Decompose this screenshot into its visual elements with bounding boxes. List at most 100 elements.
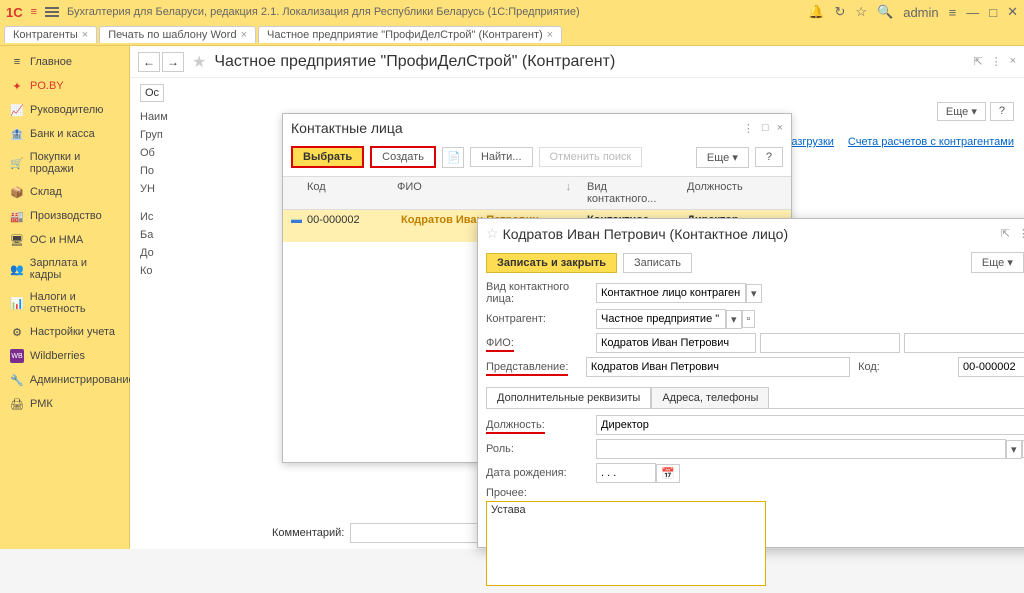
star-icon[interactable]: ☆ — [855, 4, 867, 20]
favorite-star-icon[interactable]: ★ — [192, 52, 206, 72]
pos-input[interactable] — [596, 415, 1024, 435]
counterparty-input[interactable] — [596, 309, 726, 329]
more-icon[interactable]: ⋮ — [991, 55, 1002, 68]
save-close-button[interactable]: Записать и закрыть — [486, 253, 617, 273]
link-accounts[interactable]: Счета расчетов с контрагентами — [848, 136, 1014, 148]
fio-input-3[interactable] — [904, 333, 1024, 353]
calendar-icon[interactable]: 📅 — [656, 464, 680, 483]
open-icon[interactable]: ▫ — [742, 310, 756, 328]
sidebar-item-settings[interactable]: ⚙Настройки учета — [0, 320, 129, 344]
tab-close-icon[interactable]: × — [547, 29, 553, 41]
pos-label: Должность: — [486, 419, 596, 431]
sidebar-item-wb[interactable]: WBWildberries — [0, 344, 129, 368]
star-icon: ✦ — [10, 79, 24, 93]
favorite-star-icon[interactable]: ☆ — [486, 225, 499, 242]
code-input[interactable] — [958, 357, 1024, 377]
find-button[interactable]: Найти... — [470, 147, 533, 167]
link-icon[interactable]: ⇱ — [973, 55, 982, 68]
help-button[interactable]: ? — [990, 102, 1014, 121]
col-pos[interactable]: Должность — [679, 181, 769, 205]
close-icon[interactable]: ✕ — [1007, 4, 1018, 20]
tab-addresses[interactable]: Адреса, телефоны — [651, 387, 769, 408]
dialog-max-icon[interactable]: □ — [762, 122, 769, 135]
save-button[interactable]: Записать — [623, 253, 692, 273]
col-kind[interactable]: Вид контактного... — [579, 181, 679, 205]
sidebar-item-warehouse[interactable]: 📦Склад — [0, 180, 129, 204]
cell-code: 00-000002 — [299, 214, 389, 238]
col-fio[interactable]: ФИО ↓ — [389, 181, 579, 205]
sidebar-item-rmk[interactable]: 🖨РМК — [0, 392, 129, 416]
content: ← → ★ Частное предприятие "ПрофиДелСтрой… — [130, 46, 1024, 549]
col-code[interactable]: Код — [299, 181, 389, 205]
sidebar-item-bank[interactable]: 🏦Банк и касса — [0, 122, 129, 146]
logo-eq: ≡ — [31, 6, 37, 18]
settings-icon[interactable]: ≡ — [949, 5, 957, 20]
dialog-more-icon[interactable]: ⋮ — [1018, 227, 1024, 240]
app-title: Бухгалтерия для Беларуси, редакция 2.1. … — [67, 6, 580, 18]
code-label: Код: — [858, 361, 958, 373]
copy-button[interactable]: 📄 — [442, 147, 464, 168]
sidebar-item-assets[interactable]: 🖥ОС и НМА — [0, 228, 129, 252]
history-icon[interactable]: ↻ — [834, 4, 845, 20]
fio-input-2[interactable] — [760, 333, 900, 353]
box-icon: 📦 — [10, 185, 24, 199]
sidebar-item-tax[interactable]: 📊Налоги и отчетность — [0, 286, 129, 320]
tab-close-icon[interactable]: × — [241, 29, 247, 41]
tab-print-word[interactable]: Печать по шаблону Word× — [99, 26, 256, 43]
sidebar-item-admin[interactable]: 🔧Администрирование — [0, 368, 129, 392]
kind-label: Вид контактного лица: — [486, 281, 596, 305]
printer-icon: 🖨 — [10, 397, 24, 411]
fio-input[interactable] — [596, 333, 756, 353]
dropdown-icon[interactable]: ▾ — [726, 310, 742, 329]
dialog-more-icon[interactable]: ⋮ — [743, 122, 754, 135]
contact-card-dialog: ☆ Кодратов Иван Петрович (Контактное лиц… — [477, 218, 1024, 548]
kind-input[interactable] — [596, 283, 746, 303]
sidebar-item-sales[interactable]: 🛒Покупки и продажи — [0, 146, 129, 180]
comment-label: Комментарий: — [272, 527, 344, 539]
bell-icon[interactable]: 🔔 — [808, 4, 824, 20]
help-button[interactable]: ? — [755, 147, 783, 167]
wb-icon: WB — [10, 349, 24, 363]
other-textarea[interactable] — [486, 501, 766, 586]
search-icon[interactable]: 🔍 — [877, 4, 893, 20]
tab-contragent[interactable]: Частное предприятие "ПрофиДелСтрой" (Кон… — [258, 26, 562, 43]
cancel-search-button: Отменить поиск — [539, 147, 643, 167]
tab-close-icon[interactable]: × — [82, 29, 88, 41]
dialog-close-icon[interactable]: × — [777, 122, 783, 135]
hamburger-icon[interactable] — [45, 7, 59, 17]
more-button[interactable]: Еще ▾ — [937, 102, 986, 121]
counterparty-label: Контрагент: — [486, 313, 596, 325]
dropdown-icon[interactable]: ▾ — [746, 284, 762, 303]
dob-label: Дата рождения: — [486, 467, 596, 479]
select-button[interactable]: Выбрать — [291, 146, 364, 168]
dob-input[interactable] — [596, 463, 656, 483]
create-button[interactable]: Создать — [370, 146, 436, 168]
link-icon[interactable]: ⇱ — [1001, 227, 1010, 240]
page-close-icon[interactable]: × — [1010, 55, 1016, 68]
sidebar: ≡Главное ✦PO.BY 📈Руководителю 🏦Банк и ка… — [0, 46, 130, 549]
table-header: Код ФИО ↓ Вид контактного... Должность — [283, 176, 791, 210]
role-input[interactable] — [596, 439, 1006, 459]
more-button[interactable]: Еще ▾ — [971, 252, 1024, 273]
row-marker-icon: ▬ — [283, 214, 299, 238]
wrench-icon: 🔧 — [10, 373, 24, 387]
field-os: Ос — [140, 84, 164, 102]
nav-fwd[interactable]: → — [162, 52, 184, 72]
tab-additional[interactable]: Дополнительные реквизиты — [486, 387, 651, 408]
sidebar-item-hr[interactable]: 👥Зарплата и кадры — [0, 252, 129, 286]
chart-icon: 📈 — [10, 103, 24, 117]
user-label[interactable]: admin — [903, 5, 938, 20]
factory-icon: 🏭 — [10, 209, 24, 223]
sidebar-item-manager[interactable]: 📈Руководителю — [0, 98, 129, 122]
repr-input[interactable] — [586, 357, 850, 377]
dropdown-icon[interactable]: ▾ — [1006, 440, 1022, 459]
maximize-icon[interactable]: □ — [989, 5, 997, 20]
tab-contragents[interactable]: Контрагенты× — [4, 26, 97, 43]
sidebar-item-production[interactable]: 🏭Производство — [0, 204, 129, 228]
nav-back[interactable]: ← — [138, 52, 160, 72]
sidebar-item-main[interactable]: ≡Главное — [0, 50, 129, 74]
titlebar: 1C ≡ Бухгалтерия для Беларуси, редакция … — [0, 0, 1024, 24]
more-button[interactable]: Еще ▾ — [696, 147, 749, 168]
minimize-icon[interactable]: — — [966, 5, 979, 20]
sidebar-item-poby[interactable]: ✦PO.BY — [0, 74, 129, 98]
